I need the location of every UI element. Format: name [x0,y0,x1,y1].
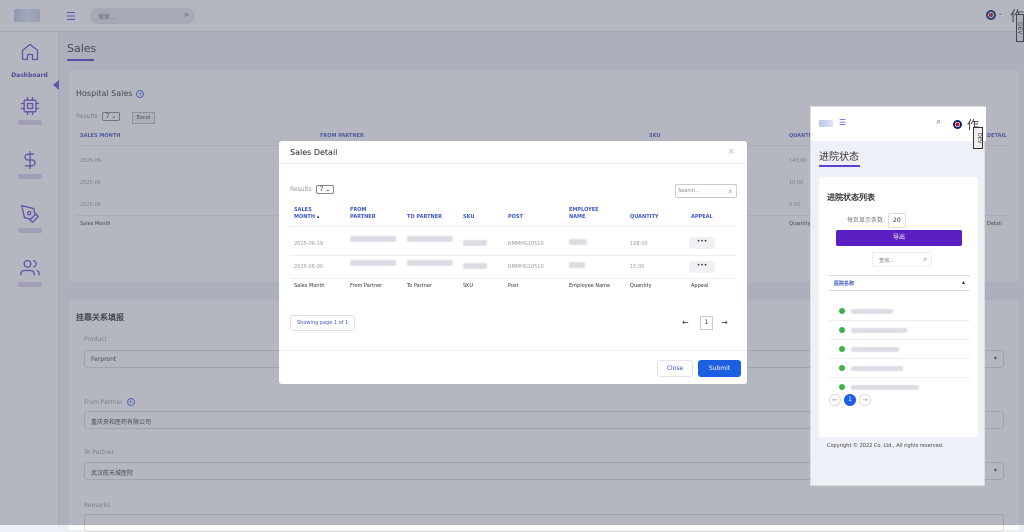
card-title: 进院状态列表 [827,193,875,202]
sort-icon: ▴ [316,214,320,220]
close-button[interactable]: Close [657,360,693,377]
column-header[interactable]: POST [508,214,523,221]
page-size-input[interactable]: 20 [888,213,906,228]
copyright: Copyright © 2022 Co. Ltd., All rights re… [827,443,944,449]
status-icon [839,384,845,390]
column-header[interactable]: TO PARTNER [407,214,442,221]
column-header[interactable]: 医院名称 ▴ [829,275,970,291]
column-header[interactable]: QUANTITY [630,214,659,221]
column-header[interactable]: APPEAL [691,214,713,221]
redacted-text [851,385,919,390]
table-footer-cell: Quantity [630,283,652,289]
redacted-text [407,260,453,266]
divider [279,350,747,351]
pagination-info: Showing page 1 of 1 [290,315,356,331]
table-footer-cell: From Partner [350,283,383,289]
arrow-left-icon[interactable]: ← [682,318,689,327]
redacted-text [851,309,893,314]
modal-title: Sales Detail [290,148,338,157]
page-number[interactable]: 1 [700,316,713,330]
sales-detail-modal: Sales Detail × Results 7 ⌄ Search... ⌕ SA… [279,141,747,384]
table-footer-cell: Employee Name [569,283,611,289]
status-list-card: 进院状态列表 每页显示条数: 20 导出 查询... ⌕ 医院名称 ▴ ← 1 → [819,177,978,437]
row-actions-button[interactable]: ••• [689,261,715,273]
language-flag-icon[interactable] [953,120,962,129]
divider [290,226,736,227]
divider [290,278,736,279]
column-header[interactable]: FROM PARTNER [350,207,390,221]
redacted-text [851,328,907,333]
column-header[interactable]: SALES MONTH ▴ [294,207,334,221]
arrow-right-icon[interactable]: → [721,318,728,327]
search-icon[interactable]: ⌕ [936,117,941,127]
status-icon [839,327,845,333]
list-item[interactable] [829,359,970,378]
table-cell: 15.00 [630,264,645,270]
list-item[interactable] [829,321,970,340]
redacted-text [569,239,587,245]
table-footer-cell: Post [508,283,519,289]
status-icon [839,365,845,371]
table-cell: RMMHG10510 [508,241,544,247]
page-size-control: 每页显示条数: 20 [847,213,906,228]
status-icon [839,346,845,352]
app-logo [819,120,833,127]
row-actions-button[interactable]: ••• [689,237,715,249]
search-icon: ⌕ [728,188,732,195]
modal-header: Sales Detail × [279,141,747,164]
column-header[interactable]: SKU [463,214,474,221]
redacted-text [463,263,487,269]
column-header[interactable]: EMPLOYEE NAME [569,207,609,221]
modal-search-input[interactable]: Search... ⌕ [675,184,737,198]
redacted-text [350,260,396,266]
table-cell: RMMHG10510 [508,264,544,270]
status-icon [839,308,845,314]
results-selector: Results 7 ⌄ [290,185,335,194]
redacted-text [407,236,453,242]
arrow-right-icon[interactable]: → [859,394,871,406]
redacted-text [569,262,585,268]
table-cell: 128.00 [630,241,648,247]
table-footer-cell: Sales Month [294,283,325,289]
panel-search-input[interactable]: 查询... ⌕ [872,252,932,267]
page-number[interactable]: 1 [844,394,856,406]
close-icon[interactable]: × [727,147,735,157]
table-cell: 2025-06-19 [294,241,324,247]
sort-icon: ▴ [961,279,965,286]
export-button[interactable]: 导出 [836,230,962,246]
redacted-text [851,366,903,371]
env-badge: DEV [973,127,983,149]
panel-title: 进院状态 [819,152,859,163]
page-size-select[interactable]: 7 ⌄ [315,185,335,194]
hospital-status-panel: ☰ ⌕ 作 DEV 进院状态 进院状态列表 每页显示条数: 20 导出 查询...… [810,106,986,486]
table-footer-cell: SKU [463,283,473,289]
title-underline [819,165,860,167]
menu-toggle-icon[interactable]: ☰ [839,118,846,127]
submit-button[interactable]: Submit [698,360,741,377]
list-item[interactable] [829,302,970,321]
panel-top-bar: ☰ ⌕ 作 DEV [811,107,986,149]
table-footer-cell: To Partner [407,283,433,289]
redacted-text [851,347,899,352]
divider [290,255,736,256]
redacted-text [350,236,396,242]
redacted-text [463,240,487,246]
list-item[interactable] [829,340,970,359]
search-icon: ⌕ [923,256,927,263]
table-cell: 2025-06-30 [294,264,324,270]
arrow-left-icon[interactable]: ← [829,394,841,406]
table-footer-cell: Appeal [691,283,709,289]
